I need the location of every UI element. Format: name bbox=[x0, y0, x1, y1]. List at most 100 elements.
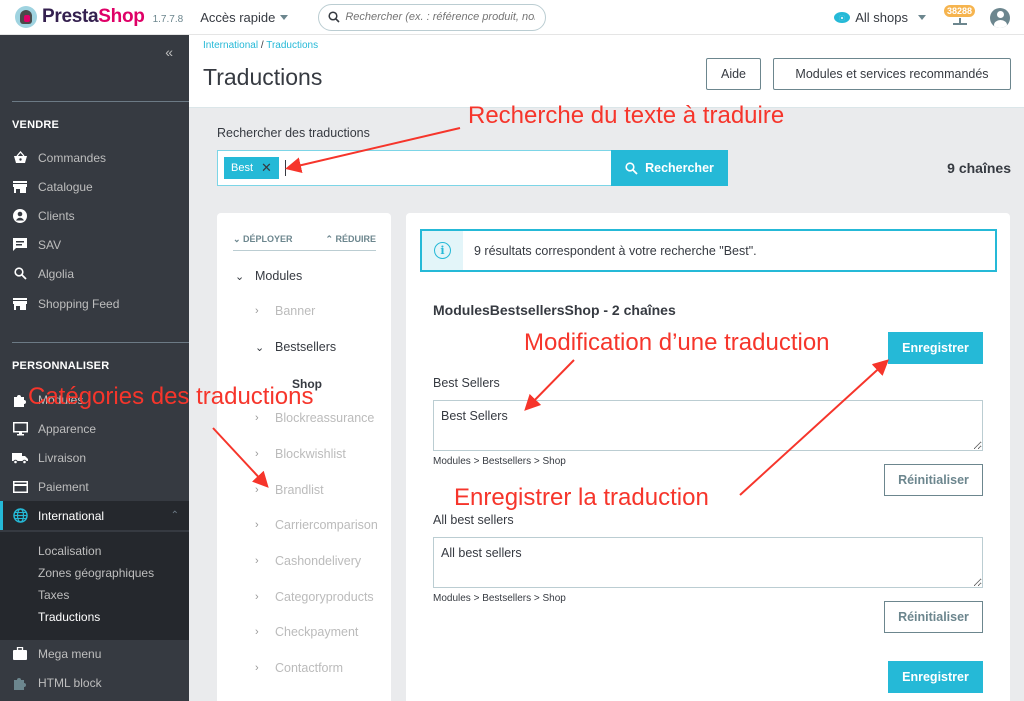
shop-selector[interactable]: All shops bbox=[834, 10, 926, 25]
info-icon: i bbox=[434, 242, 451, 259]
global-search[interactable] bbox=[318, 3, 547, 31]
collapse-sidebar-icon[interactable]: « bbox=[165, 44, 173, 60]
store-icon bbox=[12, 179, 28, 195]
sidebar-item-label: Commandes bbox=[38, 150, 107, 165]
search-button-label: Rechercher bbox=[645, 161, 714, 175]
submenu-item-zones[interactable]: Zones géographiques bbox=[38, 566, 154, 580]
sidebar-divider bbox=[12, 101, 189, 102]
sidebar-item-appearance[interactable]: Apparence bbox=[0, 414, 189, 443]
tree-node[interactable]: › Blockwishlist bbox=[255, 447, 346, 461]
tree-node[interactable]: › Blockreassurance bbox=[255, 411, 374, 425]
sidebar-item-label: SAV bbox=[38, 237, 62, 252]
translation-textarea[interactable]: All best sellers bbox=[433, 537, 983, 588]
tree-node-label: Checkpayment bbox=[275, 625, 359, 639]
sidebar-item-modules[interactable]: Modules bbox=[0, 385, 189, 414]
tree-node[interactable]: › Banner bbox=[255, 304, 315, 318]
breadcrumb-item[interactable]: International bbox=[203, 40, 258, 51]
sidebar-item-mega-menu[interactable]: Mega menu bbox=[0, 639, 189, 668]
sidebar-item-algolia[interactable]: Algolia bbox=[0, 259, 189, 288]
breadcrumb-item[interactable]: Traductions bbox=[266, 40, 318, 51]
logo-shop-text: Shop bbox=[98, 6, 145, 27]
close-icon[interactable]: ✕ bbox=[261, 160, 272, 176]
tree-node-modules[interactable]: ⌄ Modules bbox=[235, 269, 302, 283]
tree-node-label: Blockreassurance bbox=[275, 411, 375, 425]
translation-textarea[interactable]: Best Sellers bbox=[433, 400, 983, 451]
save-button[interactable]: Enregistrer bbox=[888, 661, 983, 693]
chevron-down-icon: ⌄ bbox=[255, 341, 265, 354]
sidebar-item-international[interactable]: International ⌃ bbox=[0, 501, 189, 530]
tree-node[interactable]: › Categoryproducts bbox=[255, 590, 374, 604]
sidebar-item-shipping[interactable]: Livraison bbox=[0, 443, 189, 472]
expand-all-label: DÉPLOYER bbox=[243, 234, 293, 244]
tree-leaf-shop[interactable]: Shop bbox=[292, 377, 322, 391]
reset-button[interactable]: Réinitialiser bbox=[884, 464, 983, 496]
translations-panel: i 9 résultats correspondent à votre rech… bbox=[406, 213, 1010, 701]
submenu-item-taxes[interactable]: Taxes bbox=[38, 588, 69, 602]
sidebar-item-label: Paiement bbox=[38, 479, 89, 494]
info-alert: i 9 résultats correspondent à votre rech… bbox=[420, 229, 997, 272]
sidebar-item-label: Algolia bbox=[38, 266, 75, 281]
chevron-down-icon: ⌄ bbox=[235, 270, 245, 283]
employee-avatar-icon[interactable] bbox=[990, 7, 1010, 28]
collapse-all-button[interactable]: ⌃ RÉDUIRE bbox=[325, 234, 376, 250]
expand-all-button[interactable]: ⌄ DÉPLOYER bbox=[233, 234, 293, 250]
chevron-right-icon: › bbox=[255, 305, 259, 317]
reset-button[interactable]: Réinitialiser bbox=[884, 601, 983, 633]
search-icon bbox=[12, 266, 28, 282]
sidebar-item-html-block[interactable]: HTML block bbox=[0, 668, 189, 697]
chevron-right-icon: › bbox=[255, 448, 259, 460]
account-circle-icon bbox=[12, 208, 28, 224]
sidebar-item-shopping-feed[interactable]: Shopping Feed bbox=[0, 289, 189, 318]
quick-access-dropdown[interactable]: Accès rapide bbox=[200, 10, 289, 25]
briefcase-icon bbox=[12, 646, 28, 662]
sidebar-section-sell: VENDRE bbox=[12, 119, 60, 131]
chevron-down-icon: ⌄ bbox=[233, 234, 244, 244]
global-search-input[interactable] bbox=[345, 11, 536, 23]
sidebar-item-catalog[interactable]: Catalogue bbox=[0, 172, 189, 201]
submenu-item-translations[interactable]: Traductions bbox=[38, 610, 100, 624]
tree-node-label: Modules bbox=[255, 269, 303, 283]
recommended-modules-button[interactable]: Modules et services recommandés bbox=[773, 58, 1011, 90]
translation-tree: ⌄ DÉPLOYER ⌃ RÉDUIRE ⌄ Modules › Banner ⌄ B… bbox=[217, 213, 391, 701]
chevron-right-icon: › bbox=[255, 662, 259, 674]
tree-node-bestsellers[interactable]: ⌄ Bestsellers bbox=[255, 340, 336, 354]
basket-icon bbox=[12, 150, 28, 166]
top-header: PrestaShop 1.7.7.8 Accès rapide All shop… bbox=[0, 0, 1024, 35]
help-button[interactable]: Aide bbox=[706, 58, 761, 90]
tree-node-label: Carriercomparison bbox=[275, 518, 378, 532]
tree-node[interactable]: › Brandlist bbox=[255, 483, 324, 497]
caret-down-icon bbox=[918, 15, 926, 20]
sidebar-item-label: International bbox=[38, 508, 105, 523]
sidebar: « VENDRE Commandes Catalogue Clients SAV… bbox=[0, 35, 189, 701]
desktop-icon bbox=[12, 421, 28, 437]
translation-search-input[interactable]: Best ✕ bbox=[217, 150, 612, 186]
domain-title: ModulesBestsellersShop - 2 chaînes bbox=[433, 302, 676, 318]
submenu-item-localization[interactable]: Localisation bbox=[38, 544, 101, 558]
tree-node[interactable]: › Checkpayment bbox=[255, 625, 358, 639]
chevron-right-icon: › bbox=[255, 484, 259, 496]
eye-icon bbox=[834, 12, 851, 23]
sidebar-item-orders[interactable]: Commandes bbox=[0, 143, 189, 172]
sidebar-section-customize: PERSONNALISER bbox=[12, 360, 110, 372]
credit-card-icon bbox=[12, 479, 28, 495]
save-button[interactable]: Enregistrer bbox=[888, 332, 983, 364]
chevron-right-icon: › bbox=[255, 626, 259, 638]
sidebar-divider bbox=[12, 342, 189, 343]
tree-node[interactable]: › Cashondelivery bbox=[255, 554, 361, 568]
sidebar-item-customers[interactable]: Clients bbox=[0, 201, 189, 230]
sidebar-item-support[interactable]: SAV bbox=[0, 230, 189, 259]
string-path: Modules > Bestsellers > Shop bbox=[433, 456, 566, 467]
alert-text: 9 résultats correspondent à votre recher… bbox=[474, 243, 757, 258]
sidebar-item-label: HTML block bbox=[38, 675, 102, 690]
tree-node[interactable]: › Carriercomparison bbox=[255, 518, 378, 532]
sidebar-item-label: Catalogue bbox=[38, 179, 93, 194]
string-label: All best sellers bbox=[433, 513, 514, 527]
page-title: Traductions bbox=[203, 64, 323, 90]
caret-down-icon bbox=[280, 14, 289, 20]
notifications-button[interactable]: 38288 bbox=[944, 3, 976, 33]
chevron-right-icon: › bbox=[255, 519, 259, 531]
sidebar-item-payment[interactable]: Paiement bbox=[0, 472, 189, 501]
tree-node[interactable]: › Contactform bbox=[255, 661, 343, 675]
search-button[interactable]: Rechercher bbox=[611, 150, 728, 186]
prestashop-logo[interactable]: PrestaShop 1.7.7.8 bbox=[15, 6, 183, 28]
